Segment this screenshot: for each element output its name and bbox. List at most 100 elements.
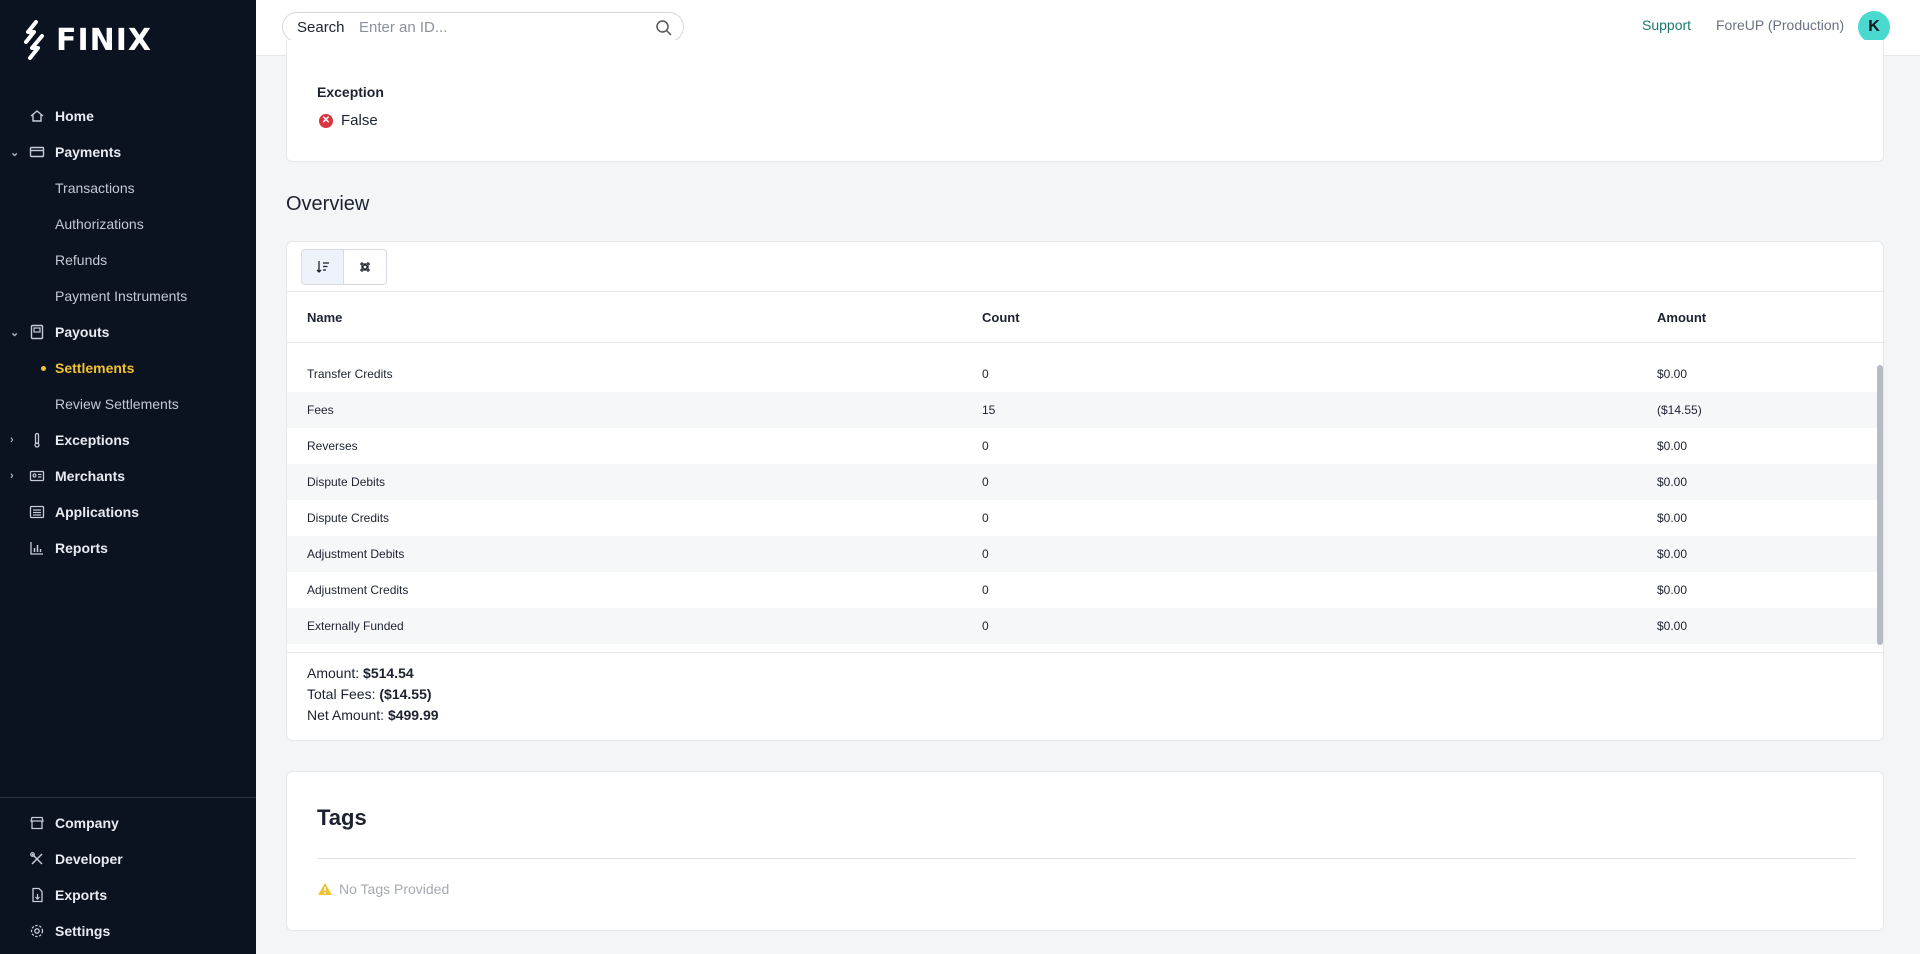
exception-label: Exception: [317, 84, 384, 100]
sidebar-bottom-nav: Company Developer Exports Settings: [0, 797, 256, 949]
search-label: Search: [297, 18, 345, 36]
sidebar-nav: Home ⌄ Payments Transactions Authorizati…: [0, 98, 256, 566]
sidebar-item-label: Developer: [55, 851, 123, 867]
avatar[interactable]: K: [1858, 11, 1890, 43]
table-row[interactable]: Externally Funded 0 $0.00: [287, 608, 1877, 644]
brand-name: FINIX: [56, 22, 153, 58]
sidebar-item-label: Company: [55, 815, 119, 831]
chevron-down-icon[interactable]: ⌄: [10, 326, 22, 339]
table-body: Transfer Credits 0 $0.00 Fees 15 ($14.55) Reve…: [287, 356, 1877, 644]
table-row[interactable]: Adjustment Debits 0 $0.00: [287, 536, 1877, 572]
tags-title: Tags: [317, 805, 367, 830]
cell-name: Transfer Credits: [307, 367, 393, 381]
table-row[interactable]: Fees 15 ($14.55): [287, 392, 1877, 428]
table-row[interactable]: Dispute Credits 0 $0.00: [287, 500, 1877, 536]
sidebar-item-label: Transactions: [55, 180, 135, 196]
sidebar-item-label: Refunds: [55, 252, 108, 268]
cell-count: 0: [982, 511, 989, 525]
sidebar-item-payment-instruments[interactable]: Payment Instruments: [0, 278, 256, 314]
sort-icon: [316, 261, 329, 273]
tags-divider: [317, 858, 1855, 859]
sidebar-item-payments[interactable]: ⌄ Payments: [0, 134, 256, 170]
sidebar-item-label: Settlements: [55, 360, 135, 376]
summary-net-amount: Net Amount: $499.99: [307, 707, 439, 723]
sidebar-item-label: Merchants: [55, 468, 126, 484]
search-icon[interactable]: [655, 19, 673, 37]
column-header-name[interactable]: Name: [307, 310, 342, 325]
no-tags-text: No Tags Provided: [339, 881, 450, 897]
cell-count: 0: [982, 439, 989, 453]
ledger-icon: [30, 324, 44, 340]
sidebar-item-settings[interactable]: Settings: [0, 913, 256, 949]
chevron-down-icon[interactable]: ⌄: [10, 146, 22, 159]
cell-name: Adjustment Credits: [307, 583, 409, 597]
table-scrollbar[interactable]: [1877, 365, 1883, 645]
list-icon: [29, 505, 45, 519]
warning-icon: [318, 883, 332, 895]
sidebar-item-applications[interactable]: Applications: [0, 494, 256, 530]
cell-amount: $0.00: [1657, 475, 1688, 489]
sidebar-item-label: Applications: [55, 504, 140, 520]
sidebar-item-label: Settings: [55, 923, 111, 939]
sidebar-item-home[interactable]: Home: [0, 98, 256, 134]
sidebar-item-company[interactable]: Company: [0, 805, 256, 841]
x-circle-icon: ✕: [319, 113, 333, 128]
column-header-amount[interactable]: Amount: [1657, 310, 1706, 325]
column-header-count[interactable]: Count: [982, 310, 1020, 325]
table-row[interactable]: Reverses 0 $0.00: [287, 428, 1877, 464]
sidebar-item-merchants[interactable]: › Merchants: [0, 458, 256, 494]
sidebar-item-review-settlements[interactable]: Review Settlements: [0, 386, 256, 422]
cell-amount: $0.00: [1657, 367, 1688, 381]
cell-amount: $0.00: [1657, 619, 1688, 633]
finix-logo[interactable]: FINIX: [20, 20, 152, 60]
columns-button[interactable]: [344, 249, 387, 285]
file-export-icon: [32, 887, 43, 903]
id-card-icon: [29, 470, 45, 482]
sidebar-item-settlements[interactable]: Settlements: [0, 350, 256, 386]
sidebar-item-transactions[interactable]: Transactions: [0, 170, 256, 206]
cell-amount: $0.00: [1657, 547, 1688, 561]
cell-amount: $0.00: [1657, 583, 1688, 597]
cell-name: Fees: [307, 403, 334, 417]
table-row[interactable]: Transfer Credits 0 $0.00: [287, 356, 1877, 392]
sidebar-item-payouts[interactable]: ⌄ Payouts: [0, 314, 256, 350]
sort-button[interactable]: [301, 249, 344, 285]
thermometer-icon: [34, 432, 40, 448]
chevron-right-icon[interactable]: ›: [10, 470, 22, 482]
sidebar-item-label: Home: [55, 108, 94, 124]
table-row[interactable]: Dispute Debits 0 $0.00: [287, 464, 1877, 500]
sidebar-item-label: Payment Instruments: [55, 288, 188, 304]
no-tags-message: No Tags Provided: [317, 881, 449, 897]
summary-amount: Amount: $514.54: [307, 665, 414, 681]
sidebar-item-exports[interactable]: Exports: [0, 877, 256, 913]
sidebar-item-refunds[interactable]: Refunds: [0, 242, 256, 278]
sidebar: FINIX Home ⌄ Payments Transactions Autho…: [0, 0, 256, 954]
cell-name: Reverses: [307, 439, 358, 453]
sidebar-item-label: Payments: [55, 144, 122, 160]
sidebar-item-authorizations[interactable]: Authorizations: [0, 206, 256, 242]
search-input[interactable]: [359, 14, 649, 40]
sidebar-item-reports[interactable]: Reports: [0, 530, 256, 566]
cell-count: 0: [982, 583, 989, 597]
tags-card: Tags No Tags Provided: [286, 771, 1884, 931]
cell-amount: $0.00: [1657, 511, 1688, 525]
cell-amount: $0.00: [1657, 439, 1688, 453]
chevron-right-icon[interactable]: ›: [10, 434, 22, 446]
cell-count: 0: [982, 475, 989, 489]
cell-name: Adjustment Debits: [307, 547, 405, 561]
bar-chart-icon: [30, 542, 43, 555]
exception-value-text: False: [341, 112, 378, 129]
organization-switcher[interactable]: ForeUP (Production): [1716, 17, 1844, 33]
table-toolbar: [301, 249, 387, 285]
tools-icon: [30, 852, 43, 865]
cell-name: Dispute Credits: [307, 511, 390, 525]
overview-card: Name Count Amount Transfer Credits 0 $0.00…: [286, 241, 1885, 741]
table-row[interactable]: Adjustment Credits 0 $0.00: [287, 572, 1877, 608]
sidebar-item-label: Reports: [55, 540, 108, 556]
search-bar[interactable]: Search: [282, 12, 684, 42]
sidebar-item-exceptions[interactable]: › Exceptions: [0, 422, 256, 458]
sidebar-item-developer[interactable]: Developer: [0, 841, 256, 877]
details-card: Exception ✕ False: [286, 40, 1884, 162]
cell-name: Dispute Debits: [307, 475, 386, 489]
support-link[interactable]: Support: [1642, 17, 1691, 33]
